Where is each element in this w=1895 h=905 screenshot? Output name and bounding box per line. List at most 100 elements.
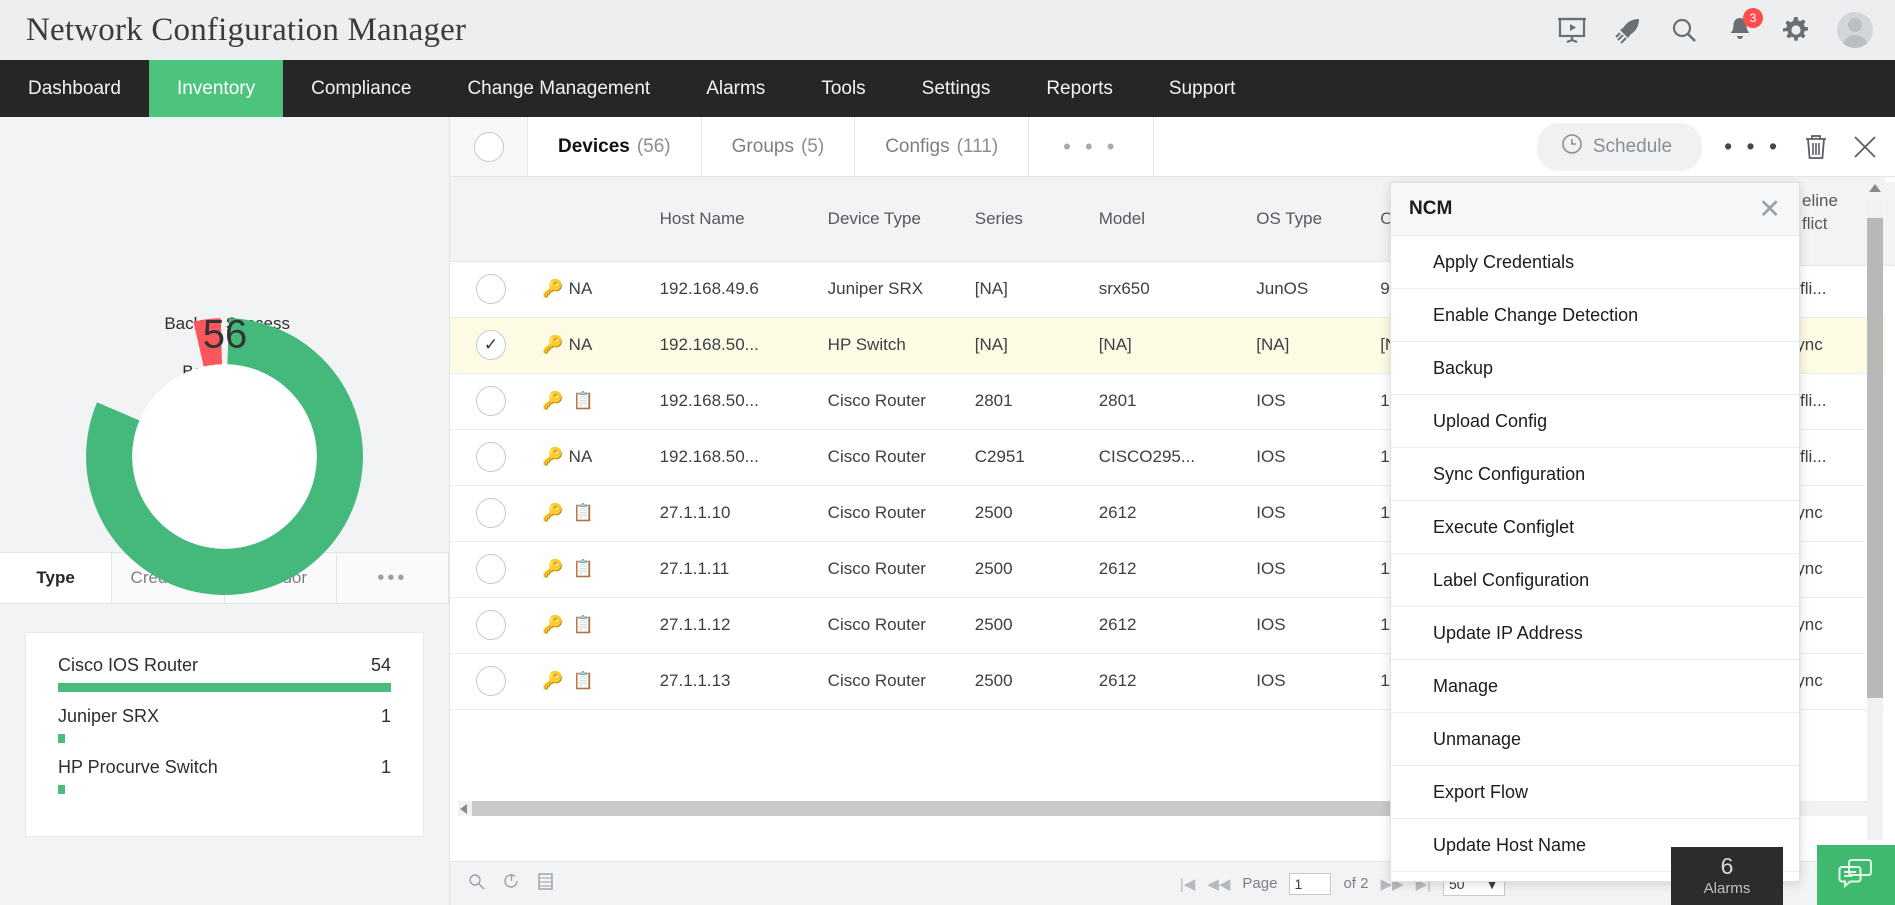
page-number-input[interactable] xyxy=(1289,873,1331,895)
row-checkbox[interactable] xyxy=(476,666,506,696)
cell-series: 2500 xyxy=(965,653,1089,709)
close-icon[interactable]: ✕ xyxy=(1758,196,1781,223)
nav-item-tools[interactable]: Tools xyxy=(793,60,893,117)
cell-series: C2951 xyxy=(965,429,1089,485)
menu-item-apply-credentials[interactable]: Apply Credentials xyxy=(1391,236,1799,289)
nav-item-inventory[interactable]: Inventory xyxy=(149,60,283,117)
left-sidebar-panel: Backup Success Backup Failed 56 Type Cre… xyxy=(0,117,450,905)
menu-item-execute-configlet[interactable]: Execute Configlet xyxy=(1391,501,1799,554)
tab-more-dots-icon[interactable]: • • • xyxy=(1029,117,1153,176)
actions-more-dots-icon[interactable]: • • • xyxy=(1724,133,1781,160)
prev-page-icon[interactable]: ◀◀ xyxy=(1207,875,1230,893)
cell-os-type: IOS xyxy=(1246,485,1370,541)
cell-series: 2801 xyxy=(965,373,1089,429)
alarms-count: 6 xyxy=(1721,855,1734,878)
cell-model: 2612 xyxy=(1089,653,1247,709)
menu-item-update-ip-address[interactable]: Update IP Address xyxy=(1391,607,1799,660)
scroll-left-arrow-icon[interactable] xyxy=(460,804,467,814)
donut-center-value: 56 xyxy=(203,312,248,357)
cell-host-name: 27.1.1.11 xyxy=(650,541,818,597)
rocket-icon[interactable] xyxy=(1613,15,1643,45)
menu-item-backup[interactable]: Backup xyxy=(1391,342,1799,395)
row-prefix-label: NA xyxy=(569,447,593,466)
row-select-cell xyxy=(450,373,532,429)
close-icon[interactable] xyxy=(1851,133,1879,161)
list-item[interactable]: Cisco IOS Router 54 xyxy=(26,647,423,698)
type-bar-fill xyxy=(58,785,65,794)
content-tabs-bar: Devices (56) Groups (5) Configs (111) • … xyxy=(450,117,1895,177)
nav-item-alarms[interactable]: Alarms xyxy=(678,60,793,117)
cell-host-name: 27.1.1.13 xyxy=(650,653,818,709)
notifications-bell-icon[interactable]: 3 xyxy=(1725,15,1755,45)
nav-item-settings[interactable]: Settings xyxy=(894,60,1019,117)
cell-series: 2500 xyxy=(965,597,1089,653)
menu-item-manage[interactable]: Manage xyxy=(1391,660,1799,713)
row-icons-cell: 🔑 📋 xyxy=(532,373,650,429)
vertical-scroll-thumb[interactable] xyxy=(1867,218,1883,698)
alarms-indicator[interactable]: 6 Alarms xyxy=(1671,847,1783,905)
menu-item-label-configuration[interactable]: Label Configuration xyxy=(1391,554,1799,607)
row-checkbox[interactable] xyxy=(476,554,506,584)
nav-item-compliance[interactable]: Compliance xyxy=(283,60,439,117)
table-refresh-icon[interactable] xyxy=(503,873,520,894)
row-icons-cell: 🔑 NA xyxy=(532,261,650,317)
menu-item-upload-config[interactable]: Upload Config xyxy=(1391,395,1799,448)
tab-devices[interactable]: Devices (56) xyxy=(528,117,702,176)
delete-trash-icon[interactable] xyxy=(1803,133,1829,161)
list-item[interactable]: HP Procurve Switch 1 xyxy=(26,749,423,800)
settings-gear-icon[interactable] xyxy=(1781,15,1811,45)
row-checkbox[interactable] xyxy=(476,274,506,304)
row-select-cell xyxy=(450,429,532,485)
col-model[interactable]: Model xyxy=(1089,177,1247,261)
type-card-footer xyxy=(26,800,423,828)
col-device-type[interactable]: Device Type xyxy=(818,177,965,261)
credentials-key-icon: 🔑 xyxy=(542,503,564,523)
nav-item-dashboard[interactable]: Dashboard xyxy=(0,60,149,117)
cell-model: [NA] xyxy=(1089,317,1247,373)
select-all-cell xyxy=(450,117,528,176)
col-host-name[interactable]: Host Name xyxy=(650,177,818,261)
row-icons-cell: 🔑 📋 xyxy=(532,541,650,597)
cell-host-name: 192.168.50... xyxy=(650,373,818,429)
row-checkbox[interactable] xyxy=(476,386,506,416)
menu-item-sync-configuration[interactable]: Sync Configuration xyxy=(1391,448,1799,501)
row-checkbox[interactable] xyxy=(476,498,506,528)
row-checkbox[interactable] xyxy=(476,610,506,640)
select-all-circle[interactable] xyxy=(474,132,504,162)
nav-item-reports[interactable]: Reports xyxy=(1018,60,1141,117)
cell-series: 2500 xyxy=(965,485,1089,541)
cell-device-type: Cisco Router xyxy=(818,597,965,653)
clock-icon xyxy=(1561,133,1583,161)
row-checkbox[interactable]: ✓ xyxy=(476,330,506,360)
tab-groups[interactable]: Groups (5) xyxy=(702,117,856,176)
cell-host-name: 27.1.1.12 xyxy=(650,597,818,653)
presentation-icon[interactable] xyxy=(1557,15,1587,45)
menu-item-unmanage[interactable]: Unmanage xyxy=(1391,713,1799,766)
table-search-icon[interactable] xyxy=(468,873,485,894)
menu-item-enable-change-detection[interactable]: Enable Change Detection xyxy=(1391,289,1799,342)
menu-item-export-flow[interactable]: Export Flow xyxy=(1391,766,1799,819)
tab-configs[interactable]: Configs (111) xyxy=(855,117,1029,176)
list-item[interactable]: Juniper SRX 1 xyxy=(26,698,423,749)
search-icon[interactable] xyxy=(1669,15,1699,45)
vertical-scrollbar[interactable] xyxy=(1867,200,1883,840)
cell-device-type: HP Switch xyxy=(818,317,965,373)
schedule-button[interactable]: Schedule xyxy=(1537,123,1702,171)
user-avatar[interactable] xyxy=(1837,12,1873,48)
row-select-cell xyxy=(450,597,532,653)
nav-item-support[interactable]: Support xyxy=(1141,60,1264,117)
col-os-type[interactable]: OS Type xyxy=(1246,177,1370,261)
row-checkbox[interactable] xyxy=(476,442,506,472)
top-header-bar: Network Configuration Manager xyxy=(0,0,1895,60)
table-columns-icon[interactable] xyxy=(538,873,553,894)
scroll-up-arrow-icon[interactable] xyxy=(1869,184,1881,192)
nav-item-change-management[interactable]: Change Management xyxy=(439,60,678,117)
row-select-cell: ✓ xyxy=(450,317,532,373)
credentials-key-icon: 🔑 xyxy=(542,671,564,691)
col-series[interactable]: Series xyxy=(965,177,1089,261)
cell-device-type: Cisco Router xyxy=(818,653,965,709)
chat-support-button[interactable] xyxy=(1817,845,1895,905)
device-config-icon: 📋 xyxy=(573,391,591,411)
cell-device-type: Cisco Router xyxy=(818,429,965,485)
first-page-icon[interactable]: |◀ xyxy=(1180,875,1195,893)
